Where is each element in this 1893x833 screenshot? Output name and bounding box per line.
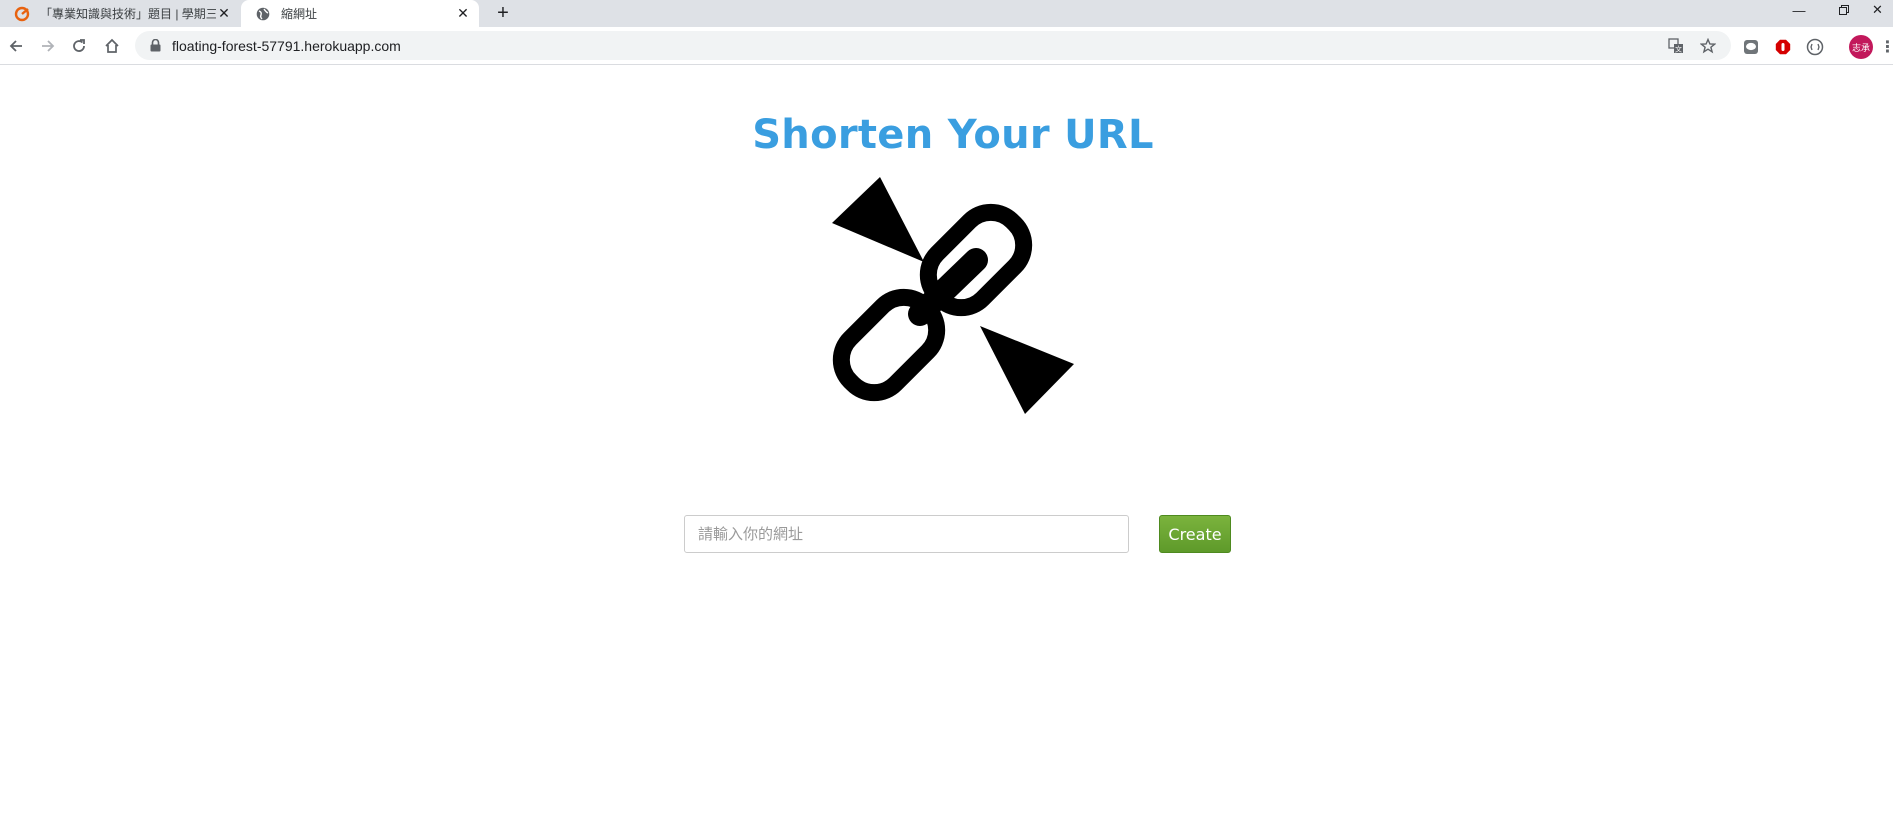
tab-active[interactable]: 縮網址 ✕ xyxy=(241,0,479,27)
extension-icon[interactable] xyxy=(1804,36,1826,58)
tab-inactive[interactable]: 「專業知識與技術」題目 | 學期三 ✕ xyxy=(0,0,240,27)
close-icon[interactable]: ✕ xyxy=(455,5,471,22)
brand-logo-icon xyxy=(14,6,30,22)
page-title: Shorten Your URL xyxy=(752,112,1154,158)
translate-icon[interactable]: 文 xyxy=(1666,36,1686,56)
home-icon[interactable] xyxy=(100,34,124,58)
tab-title: 縮網址 xyxy=(281,7,318,21)
minimize-icon[interactable]: — xyxy=(1777,0,1821,20)
restore-icon[interactable] xyxy=(1822,0,1866,20)
globe-icon xyxy=(255,6,271,22)
back-icon[interactable] xyxy=(4,34,28,58)
lock-icon xyxy=(147,38,163,54)
profile-initials: 志承 xyxy=(1851,42,1870,53)
reload-icon[interactable] xyxy=(67,34,91,58)
svg-text:文: 文 xyxy=(1675,45,1682,54)
address-text: floating-forest-57791.herokuapp.com xyxy=(172,37,401,54)
url-input[interactable] xyxy=(684,515,1129,553)
window-close-icon[interactable]: ✕ xyxy=(1862,0,1893,20)
profile-avatar[interactable]: 志承 xyxy=(1849,35,1873,59)
line-extension-icon[interactable] xyxy=(1740,36,1762,58)
menu-icon[interactable]: ⋮ xyxy=(1880,36,1893,58)
star-icon[interactable] xyxy=(1698,36,1718,56)
address-bar[interactable]: floating-forest-57791.herokuapp.com 文 xyxy=(135,31,1731,60)
browser-toolbar: floating-forest-57791.herokuapp.com 文 志承… xyxy=(0,27,1893,65)
adblock-extension-icon[interactable] xyxy=(1772,36,1794,58)
close-icon[interactable]: ✕ xyxy=(216,5,232,22)
tab-strip: 「專業知識與技術」題目 | 學期三 ✕ 縮網址 ✕ + — ✕ xyxy=(0,0,1893,27)
new-tab-button[interactable]: + xyxy=(492,2,514,24)
tab-title: 「專業知識與技術」題目 | 學期三 xyxy=(40,7,216,21)
forward-icon[interactable] xyxy=(36,34,60,58)
create-button[interactable]: Create xyxy=(1159,515,1231,553)
broken-link-icon xyxy=(827,175,1077,430)
